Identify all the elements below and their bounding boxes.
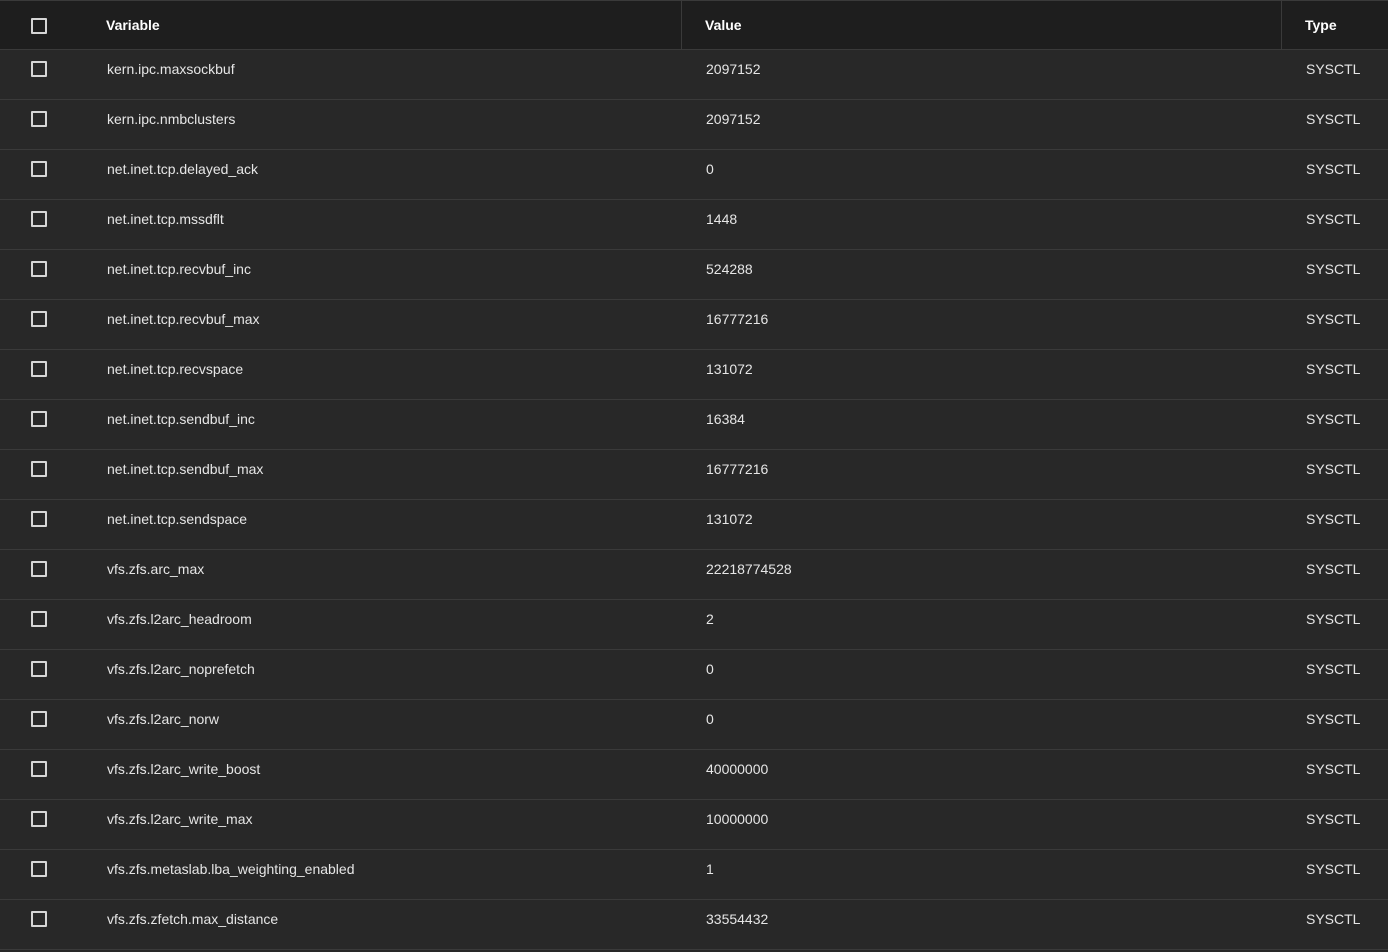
cell-variable: net.inet.tcp.sendbuf_max (107, 461, 264, 477)
table-row[interactable]: net.inet.tcp.mssdflt 1448 SYSCTL (0, 200, 1388, 250)
row-checkbox[interactable] (31, 911, 47, 927)
cell-type: SYSCTL (1306, 411, 1361, 427)
row-checkbox[interactable] (31, 111, 47, 127)
row-checkbox[interactable] (31, 611, 47, 627)
cell-type: SYSCTL (1306, 111, 1361, 127)
table-header: Variable Value Type (0, 0, 1388, 50)
cell-value: 2097152 (706, 61, 761, 77)
cell-value: 33554432 (706, 911, 769, 927)
cell-variable: kern.ipc.nmbclusters (107, 111, 236, 127)
cell-value: 16384 (706, 411, 745, 427)
row-checkbox[interactable] (31, 511, 47, 527)
table-row[interactable]: vfs.zfs.zfetch.max_distance 33554432 SYSCT… (0, 900, 1388, 950)
row-checkbox[interactable] (31, 161, 47, 177)
row-checkbox[interactable] (31, 661, 47, 677)
cell-type: SYSCTL (1306, 161, 1361, 177)
cell-variable: vfs.zfs.metaslab.lba_weighting_enabled (107, 861, 355, 877)
cell-type: SYSCTL (1306, 561, 1361, 577)
cell-value: 0 (706, 711, 714, 727)
cell-variable: net.inet.tcp.recvspace (107, 361, 244, 377)
table-row[interactable]: vfs.zfs.l2arc_headroom 2 SYSCTL (0, 600, 1388, 650)
table-row[interactable]: net.inet.tcp.delayed_ack 0 SYSCTL (0, 150, 1388, 200)
row-checkbox[interactable] (31, 211, 47, 227)
column-header-type[interactable]: Type (1305, 1, 1337, 49)
row-checkbox[interactable] (31, 61, 47, 77)
cell-type: SYSCTL (1306, 361, 1361, 377)
cell-variable: net.inet.tcp.mssdflt (107, 211, 224, 227)
cell-value: 2097152 (706, 111, 761, 127)
cell-value: 40000000 (706, 761, 769, 777)
cell-type: SYSCTL (1306, 861, 1361, 877)
cell-variable: net.inet.tcp.recvbuf_inc (107, 261, 251, 277)
table-row[interactable]: kern.ipc.nmbclusters 2097152 SYSCTL (0, 100, 1388, 150)
row-checkbox[interactable] (31, 311, 47, 327)
cell-type: SYSCTL (1306, 311, 1361, 327)
cell-value: 2 (706, 611, 714, 627)
table-row[interactable]: vfs.zfs.l2arc_write_boost 40000000 SYSCTL (0, 750, 1388, 800)
table-row[interactable]: vfs.zfs.l2arc_write_max 10000000 SYSCTL (0, 800, 1388, 850)
table-row[interactable]: net.inet.tcp.recvbuf_inc 524288 SYSCTL (0, 250, 1388, 300)
cell-value: 16777216 (706, 311, 769, 327)
cell-type: SYSCTL (1306, 661, 1361, 677)
cell-variable: kern.ipc.maxsockbuf (107, 61, 235, 77)
cell-variable: vfs.zfs.l2arc_write_boost (107, 761, 261, 777)
table-row[interactable]: net.inet.tcp.sendbuf_max 16777216 SYSCTL (0, 450, 1388, 500)
cell-type: SYSCTL (1306, 911, 1361, 927)
table-row[interactable]: vfs.zfs.l2arc_norw 0 SYSCTL (0, 700, 1388, 750)
column-divider[interactable] (681, 1, 682, 49)
cell-variable: vfs.zfs.l2arc_write_max (107, 811, 253, 827)
row-checkbox[interactable] (31, 261, 47, 277)
cell-type: SYSCTL (1306, 211, 1361, 227)
row-checkbox[interactable] (31, 361, 47, 377)
row-checkbox[interactable] (31, 461, 47, 477)
cell-variable: vfs.zfs.l2arc_headroom (107, 611, 252, 627)
cell-value: 0 (706, 161, 714, 177)
table-row[interactable]: kern.ipc.maxsockbuf 2097152 SYSCTL (0, 50, 1388, 100)
cell-value: 1448 (706, 211, 738, 227)
cell-type: SYSCTL (1306, 611, 1361, 627)
row-checkbox[interactable] (31, 411, 47, 427)
row-checkbox[interactable] (31, 561, 47, 577)
cell-type: SYSCTL (1306, 761, 1361, 777)
cell-variable: net.inet.tcp.sendbuf_inc (107, 411, 255, 427)
cell-type: SYSCTL (1306, 711, 1361, 727)
tunables-table: Variable Value Type kern.ipc.maxsockbuf 2… (0, 0, 1388, 952)
select-all-checkbox[interactable] (31, 18, 47, 34)
cell-value: 131072 (706, 511, 753, 527)
row-checkbox[interactable] (31, 811, 47, 827)
column-header-variable[interactable]: Variable (106, 1, 160, 49)
cell-variable: vfs.zfs.zfetch.max_distance (107, 911, 279, 927)
table-row[interactable]: net.inet.tcp.recvbuf_max 16777216 SYSCTL (0, 300, 1388, 350)
cell-variable: net.inet.tcp.delayed_ack (107, 161, 258, 177)
cell-variable: net.inet.tcp.sendspace (107, 511, 248, 527)
table-row[interactable]: net.inet.tcp.sendspace 131072 SYSCTL (0, 500, 1388, 550)
table-row[interactable]: net.inet.tcp.sendbuf_inc 16384 SYSCTL (0, 400, 1388, 450)
cell-variable: vfs.zfs.l2arc_norw (107, 711, 220, 727)
cell-value: 524288 (706, 261, 753, 277)
cell-type: SYSCTL (1306, 511, 1361, 527)
cell-value: 10000000 (706, 811, 769, 827)
row-checkbox[interactable] (31, 761, 47, 777)
table-row[interactable]: vfs.zfs.l2arc_noprefetch 0 SYSCTL (0, 650, 1388, 700)
cell-variable: net.inet.tcp.recvbuf_max (107, 311, 260, 327)
table-row[interactable]: vfs.zfs.metaslab.lba_weighting_enabled 1 S… (0, 850, 1388, 900)
column-divider[interactable] (1281, 1, 1282, 49)
cell-type: SYSCTL (1306, 461, 1361, 477)
cell-value: 131072 (706, 361, 753, 377)
cell-value: 16777216 (706, 461, 769, 477)
cell-value: 0 (706, 661, 714, 677)
cell-variable: vfs.zfs.l2arc_noprefetch (107, 661, 255, 677)
cell-variable: vfs.zfs.arc_max (107, 561, 205, 577)
row-checkbox[interactable] (31, 711, 47, 727)
table-row[interactable]: net.inet.tcp.recvspace 131072 SYSCTL (0, 350, 1388, 400)
cell-type: SYSCTL (1306, 261, 1361, 277)
table-row[interactable]: vfs.zfs.arc_max 22218774528 SYSCTL (0, 550, 1388, 600)
column-header-value[interactable]: Value (705, 1, 742, 49)
cell-value: 22218774528 (706, 561, 792, 577)
cell-type: SYSCTL (1306, 61, 1361, 77)
row-checkbox[interactable] (31, 861, 47, 877)
table-body: kern.ipc.maxsockbuf 2097152 SYSCTL kern.ipc… (0, 50, 1388, 950)
cell-value: 1 (706, 861, 714, 877)
cell-type: SYSCTL (1306, 811, 1361, 827)
